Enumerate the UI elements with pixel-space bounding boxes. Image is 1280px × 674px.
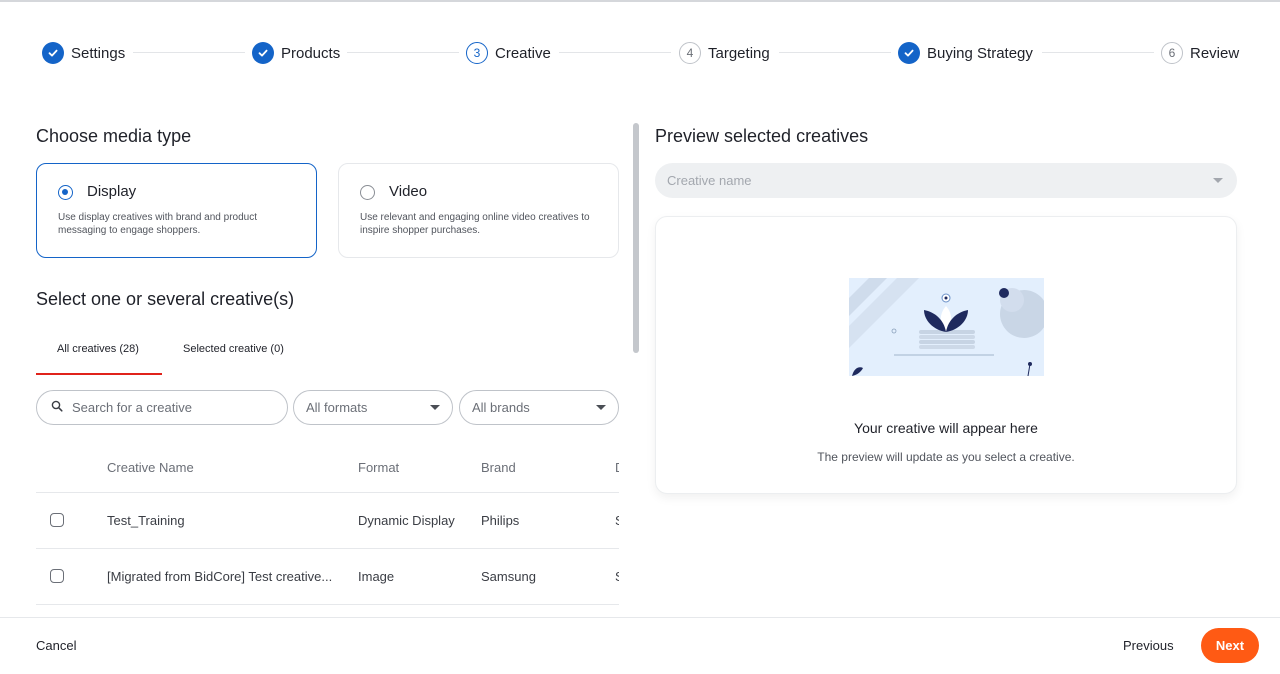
column-header-format[interactable]: Format [358, 460, 399, 475]
media-option-description: Use display creatives with brand and pro… [58, 212, 257, 236]
panel-scrollbar[interactable] [633, 123, 639, 353]
search-input[interactable]: Search for a creative [36, 390, 288, 425]
empty-state-illustration [849, 278, 1048, 377]
step-creative[interactable]: 3 Creative [466, 40, 551, 66]
radio-button[interactable] [58, 185, 73, 200]
row-divider [36, 604, 619, 605]
row-divider [36, 548, 619, 549]
creative-select-placeholder: Creative name [667, 173, 752, 188]
checkmark-icon [252, 42, 274, 64]
format-filter-value: All formats [306, 400, 368, 415]
step-label: Targeting [708, 44, 770, 62]
step-products[interactable]: Products [252, 40, 340, 66]
checkmark-icon [898, 42, 920, 64]
row-checkbox[interactable] [50, 569, 64, 583]
step-connector [1042, 52, 1154, 53]
progress-stepper: Settings Products 3 Creative 4 Targeting… [0, 40, 1280, 66]
step-label: Creative [495, 44, 551, 62]
step-label: Review [1190, 44, 1240, 62]
format-cell: Image [358, 569, 395, 584]
brand-cell: Samsung [481, 569, 536, 584]
step-number: 6 [1161, 42, 1183, 64]
column-header-name[interactable]: Creative Name [107, 460, 194, 475]
row-divider [36, 492, 619, 493]
step-buying-strategy[interactable]: Buying Strategy [898, 40, 1033, 66]
step-label: Buying Strategy [927, 44, 1033, 62]
preview-card: Your creative will appear here The previ… [655, 216, 1237, 494]
step-review[interactable]: 6 Review [1161, 40, 1239, 66]
truncated-cell: S [615, 513, 619, 528]
step-number: 3 [466, 42, 488, 64]
media-option-description: Use relevant and engaging online video c… [360, 212, 590, 236]
preview-empty-subtitle: The preview will update as you select a … [817, 450, 1075, 464]
media-option-title: Display [87, 183, 137, 200]
checkmark-icon [42, 42, 64, 64]
creative-name-cell: [Migrated from BidCore] Test creative... [107, 569, 333, 584]
chevron-down-icon [430, 405, 440, 410]
preview-empty-title: Your creative will appear here [854, 420, 1038, 436]
format-cell: Dynamic Display [358, 513, 455, 528]
step-number: 4 [679, 42, 701, 64]
step-connector [779, 52, 891, 53]
column-header-brand[interactable]: Brand [481, 460, 516, 475]
radio-button[interactable] [360, 185, 375, 200]
preview-heading: Preview selected creatives [655, 126, 869, 146]
step-settings[interactable]: Settings [42, 40, 125, 66]
creatives-heading: Select one or several creative(s) [36, 289, 295, 309]
media-option-display[interactable]: Display Use display creatives with brand… [36, 163, 317, 258]
top-border [0, 0, 1280, 2]
step-connector [559, 52, 671, 53]
step-label: Products [281, 44, 341, 62]
step-connector [133, 52, 245, 53]
previous-button[interactable]: Previous [1123, 638, 1174, 653]
tab-selected-creatives[interactable]: Selected creative (0) [183, 343, 284, 355]
creative-name-cell: Test_Training [107, 513, 185, 528]
brand-filter-value: All brands [472, 400, 530, 415]
cancel-button[interactable]: Cancel [36, 638, 76, 653]
media-option-video[interactable]: Video Use relevant and engaging online v… [338, 163, 619, 258]
brand-filter-dropdown[interactable]: All brands [459, 390, 619, 425]
next-button[interactable]: Next [1201, 628, 1259, 663]
active-tab-indicator [36, 373, 162, 375]
chevron-down-icon [596, 405, 606, 410]
step-label: Settings [71, 44, 126, 62]
column-header-truncated[interactable]: D [615, 460, 619, 475]
format-filter-dropdown[interactable]: All formats [293, 390, 453, 425]
search-placeholder: Search for a creative [72, 400, 192, 415]
footer-divider [0, 617, 1280, 618]
chevron-down-icon [1213, 178, 1223, 183]
tab-all-creatives[interactable]: All creatives (28) [57, 343, 139, 355]
media-option-title: Video [389, 183, 428, 200]
truncated-cell: S [615, 569, 619, 584]
media-type-heading: Choose media type [36, 126, 192, 146]
brand-cell: Philips [481, 513, 520, 528]
step-targeting[interactable]: 4 Targeting [679, 40, 770, 66]
step-connector [347, 52, 459, 53]
creative-name-select[interactable]: Creative name [655, 163, 1237, 198]
search-icon [51, 399, 63, 417]
row-checkbox[interactable] [50, 513, 64, 527]
